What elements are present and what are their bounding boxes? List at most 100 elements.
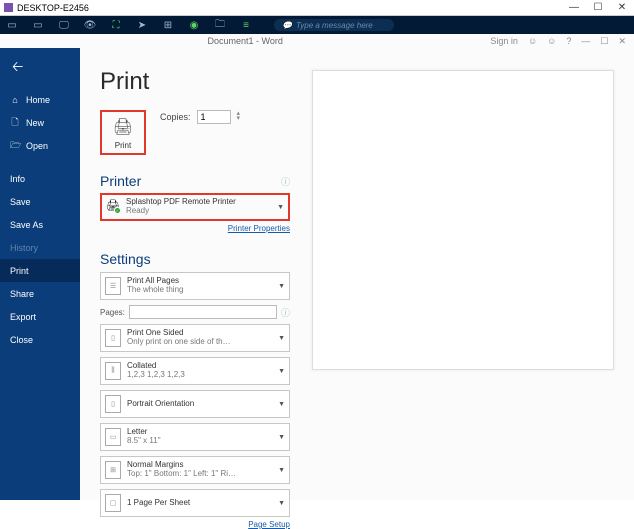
setting-paper-size[interactable]: ▭ Letter 8.5" x 11" ▼ (100, 423, 290, 451)
setting-orientation[interactable]: ▯ Portrait Orientation ▼ (100, 390, 290, 418)
pages-icon: ☰ (105, 277, 121, 295)
back-button[interactable]: 🡠 (0, 48, 80, 88)
chat-icon: 💬 (282, 21, 292, 30)
setting-collated[interactable]: ⫼ Collated 1,2,3 1,2,3 1,2,3 ▼ (100, 357, 290, 385)
printer-device-icon: ✓ (106, 201, 120, 213)
sidebar-label: Close (10, 335, 33, 345)
print-preview-area (300, 48, 634, 500)
sidebar-label: Print (10, 266, 29, 276)
sidebar-item-home[interactable]: ⌂ Home (0, 88, 80, 111)
sidebar-item-saveas[interactable]: Save As (0, 213, 80, 236)
printer-status: Ready (126, 207, 271, 216)
sidebar-label: History (10, 243, 38, 253)
window-title: DESKTOP-E2456 (17, 3, 89, 13)
settings-icon[interactable]: ≡ (240, 19, 252, 31)
cursor-icon[interactable]: ➤ (136, 19, 148, 31)
chevron-down-icon: ▼ (278, 401, 285, 408)
sidebar-label: Home (26, 95, 50, 105)
sidebar-label: Info (10, 174, 25, 184)
record-icon[interactable]: ◉ (188, 19, 200, 31)
ready-badge-icon: ✓ (114, 207, 121, 214)
home-icon: ⌂ (10, 95, 20, 105)
pages-input[interactable] (129, 305, 277, 319)
close-button[interactable]: ✕ (610, 2, 634, 13)
minimize-button[interactable]: — (562, 2, 586, 13)
sidebar-label: Share (10, 289, 34, 299)
setting-print-all-pages[interactable]: ☰ Print All Pages The whole thing ▼ (100, 272, 290, 300)
eye-icon[interactable]: 👁 (84, 19, 96, 31)
win-close-button[interactable]: ✕ (618, 36, 626, 47)
sidebar-label: Save As (10, 220, 43, 230)
preview-page (312, 70, 614, 370)
setting-sub: 8.5" x 11" (127, 437, 272, 446)
document-title: Document1 - Word (208, 36, 283, 46)
expand-icon[interactable]: ⛶ (110, 19, 122, 31)
setting-title: Portrait Orientation (127, 400, 272, 409)
sidebar-label: Save (10, 197, 31, 207)
network-icon[interactable]: ⊞ (162, 19, 174, 31)
face2-icon[interactable]: ☺ (547, 36, 556, 46)
signin-link[interactable]: Sign in (490, 36, 518, 46)
sidebar-item-info[interactable]: Info (0, 167, 80, 190)
print-heading: Print (100, 68, 290, 96)
setting-sub: Only print on one side of th… (127, 338, 272, 347)
pages-label: Pages: (100, 308, 125, 317)
setting-sub: Top: 1" Bottom: 1" Left: 1" Ri… (127, 470, 272, 479)
print-panel: Print 🖨 Print Copies: ▴▾ Printer ⓘ ✓ (80, 48, 300, 500)
chevron-down-icon: ▼ (278, 500, 285, 507)
face-icon[interactable]: ☺ (528, 36, 537, 46)
word-header: Document1 - Word Sign in ☺ ☺ ? — ☐ ✕ (0, 34, 634, 48)
orientation-icon: ▯ (105, 395, 121, 413)
maximize-button[interactable]: ☐ (586, 2, 610, 13)
printer-heading: Printer (100, 173, 141, 189)
copies-spinner[interactable]: ▴▾ (237, 112, 241, 122)
printer-icon: 🖨 (105, 117, 141, 137)
help-icon[interactable]: ? (566, 36, 571, 46)
sided-icon: ▯ (105, 329, 121, 347)
win-max-button[interactable]: ☐ (600, 36, 608, 47)
setting-margins[interactable]: ⊞ Normal Margins Top: 1" Bottom: 1" Left… (100, 456, 290, 484)
back-arrow-icon: 🡠 (12, 56, 23, 80)
open-icon: 🗁 (10, 138, 20, 154)
pages-info-icon[interactable]: ⓘ (281, 306, 290, 319)
monitor-icon[interactable]: 🖵 (58, 19, 70, 31)
copies-label: Copies: (160, 112, 191, 122)
chevron-down-icon: ▼ (277, 204, 284, 211)
printer-info-icon[interactable]: ⓘ (281, 175, 290, 188)
page-setup-link[interactable]: Page Setup (100, 520, 290, 529)
collated-icon: ⫼ (105, 362, 121, 380)
message-input[interactable]: 💬 Type a message here (274, 19, 394, 31)
setting-pages-per-sheet[interactable]: ▢ 1 Page Per Sheet ▼ (100, 489, 290, 517)
sidebar-item-save[interactable]: Save (0, 190, 80, 213)
sidebar-item-print[interactable]: Print (0, 259, 80, 282)
setting-one-sided[interactable]: ▯ Print One Sided Only print on one side… (100, 324, 290, 352)
sidebar-item-close[interactable]: Close (0, 328, 80, 351)
sidebar-item-open[interactable]: 🗁 Open (0, 134, 80, 157)
sidebar-label: New (26, 118, 44, 128)
printer-properties-link[interactable]: Printer Properties (100, 224, 290, 233)
sidebar-label: Open (26, 141, 48, 151)
print-button-label: Print (105, 141, 141, 150)
chevron-down-icon: ▼ (278, 335, 285, 342)
sidebar-item-export[interactable]: Export (0, 305, 80, 328)
printer-selector[interactable]: ✓ Splashtop PDF Remote Printer Ready ▼ (100, 193, 290, 221)
toolbar-icon-2[interactable]: ▭ (32, 19, 44, 31)
toolbar-icon-1[interactable]: ▭ (6, 19, 18, 31)
app-icon (4, 3, 13, 12)
new-icon: 🗋 (10, 115, 20, 131)
message-placeholder: Type a message here (296, 21, 373, 30)
copies-input[interactable] (197, 110, 231, 124)
win-min-button[interactable]: — (581, 36, 590, 46)
margins-icon: ⊞ (105, 461, 121, 479)
window-titlebar: DESKTOP-E2456 — ☐ ✕ (0, 0, 634, 16)
settings-heading: Settings (100, 251, 151, 267)
print-button[interactable]: 🖨 Print (100, 110, 146, 155)
sidebar-item-new[interactable]: 🗋 New (0, 111, 80, 134)
sidebar-item-share[interactable]: Share (0, 282, 80, 305)
chevron-down-icon: ▼ (278, 434, 285, 441)
folder-icon[interactable]: 🗀 (214, 19, 226, 31)
sidebar-label: Export (10, 312, 36, 322)
remote-toolbar: ▭ ▭ 🖵 👁 ⛶ ➤ ⊞ ◉ 🗀 ≡ 💬 Type a message her… (0, 16, 634, 34)
paper-icon: ▭ (105, 428, 121, 446)
chevron-down-icon: ▼ (278, 283, 285, 290)
